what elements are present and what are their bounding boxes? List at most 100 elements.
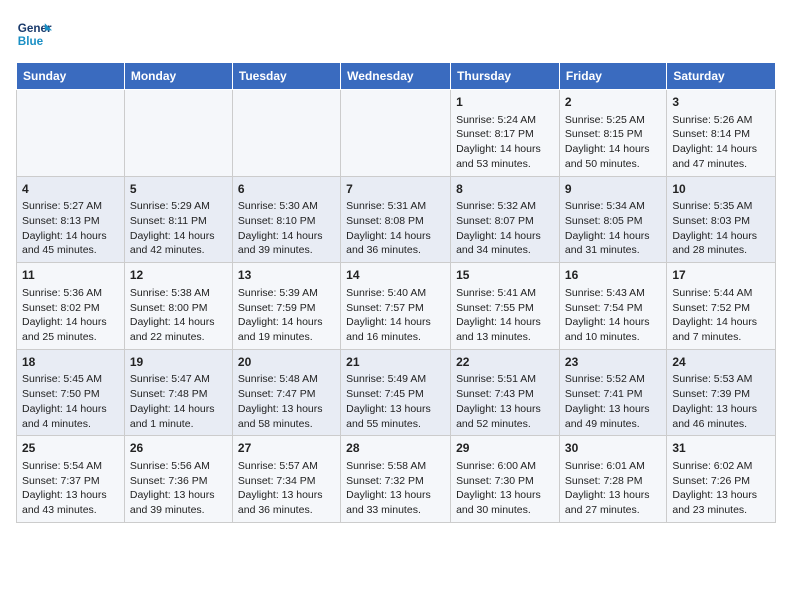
calendar-cell: 23Sunrise: 5:52 AMSunset: 7:41 PMDayligh…: [559, 349, 666, 436]
day-info: Daylight: 14 hours: [130, 402, 227, 417]
calendar-cell: 28Sunrise: 5:58 AMSunset: 7:32 PMDayligh…: [341, 436, 451, 523]
day-info: and 33 minutes.: [346, 503, 445, 518]
day-info: and 22 minutes.: [130, 330, 227, 345]
day-number: 5: [130, 181, 227, 198]
day-info: Daylight: 14 hours: [130, 229, 227, 244]
day-info: Daylight: 14 hours: [565, 142, 661, 157]
day-info: Sunset: 8:02 PM: [22, 301, 119, 316]
day-info: Sunset: 7:26 PM: [672, 474, 770, 489]
calendar-cell: 21Sunrise: 5:49 AMSunset: 7:45 PMDayligh…: [341, 349, 451, 436]
calendar-cell: 30Sunrise: 6:01 AMSunset: 7:28 PMDayligh…: [559, 436, 666, 523]
calendar-cell: 5Sunrise: 5:29 AMSunset: 8:11 PMDaylight…: [124, 176, 232, 263]
day-info: Daylight: 14 hours: [565, 229, 661, 244]
calendar-cell: [341, 90, 451, 177]
calendar-cell: 10Sunrise: 5:35 AMSunset: 8:03 PMDayligh…: [667, 176, 776, 263]
day-info: and 46 minutes.: [672, 417, 770, 432]
calendar-table: SundayMondayTuesdayWednesdayThursdayFrid…: [16, 62, 776, 523]
day-info: Sunrise: 5:40 AM: [346, 286, 445, 301]
page-header: General Blue: [16, 16, 776, 52]
day-info: and 19 minutes.: [238, 330, 335, 345]
day-info: Daylight: 14 hours: [346, 229, 445, 244]
day-info: and 58 minutes.: [238, 417, 335, 432]
day-info: and 31 minutes.: [565, 243, 661, 258]
day-number: 19: [130, 354, 227, 371]
day-number: 9: [565, 181, 661, 198]
day-number: 17: [672, 267, 770, 284]
calendar-week-row: 18Sunrise: 5:45 AMSunset: 7:50 PMDayligh…: [17, 349, 776, 436]
calendar-week-row: 11Sunrise: 5:36 AMSunset: 8:02 PMDayligh…: [17, 263, 776, 350]
calendar-cell: 17Sunrise: 5:44 AMSunset: 7:52 PMDayligh…: [667, 263, 776, 350]
calendar-cell: 16Sunrise: 5:43 AMSunset: 7:54 PMDayligh…: [559, 263, 666, 350]
day-info: Daylight: 14 hours: [130, 315, 227, 330]
day-header-tuesday: Tuesday: [232, 63, 340, 90]
day-number: 6: [238, 181, 335, 198]
day-info: Daylight: 14 hours: [456, 315, 554, 330]
day-info: Daylight: 13 hours: [346, 402, 445, 417]
day-info: and 27 minutes.: [565, 503, 661, 518]
day-info: Sunrise: 5:57 AM: [238, 459, 335, 474]
calendar-week-row: 1Sunrise: 5:24 AMSunset: 8:17 PMDaylight…: [17, 90, 776, 177]
day-info: Daylight: 13 hours: [238, 402, 335, 417]
day-info: Sunrise: 5:35 AM: [672, 199, 770, 214]
day-header-sunday: Sunday: [17, 63, 125, 90]
day-number: 31: [672, 440, 770, 457]
day-info: Daylight: 13 hours: [565, 488, 661, 503]
day-info: Sunrise: 5:44 AM: [672, 286, 770, 301]
calendar-cell: 14Sunrise: 5:40 AMSunset: 7:57 PMDayligh…: [341, 263, 451, 350]
day-info: Sunset: 7:34 PM: [238, 474, 335, 489]
day-info: and 53 minutes.: [456, 157, 554, 172]
day-info: and 28 minutes.: [672, 243, 770, 258]
day-info: Sunrise: 5:52 AM: [565, 372, 661, 387]
day-info: Sunrise: 5:24 AM: [456, 113, 554, 128]
calendar-cell: 25Sunrise: 5:54 AMSunset: 7:37 PMDayligh…: [17, 436, 125, 523]
day-info: and 36 minutes.: [238, 503, 335, 518]
day-info: Sunset: 7:28 PM: [565, 474, 661, 489]
day-info: Sunset: 7:36 PM: [130, 474, 227, 489]
day-number: 22: [456, 354, 554, 371]
day-info: Daylight: 14 hours: [238, 315, 335, 330]
day-info: Sunset: 8:05 PM: [565, 214, 661, 229]
day-info: and 49 minutes.: [565, 417, 661, 432]
day-info: Sunset: 7:39 PM: [672, 387, 770, 402]
day-info: Sunset: 7:37 PM: [22, 474, 119, 489]
day-info: Daylight: 14 hours: [565, 315, 661, 330]
day-info: Sunset: 8:14 PM: [672, 127, 770, 142]
calendar-header-row: SundayMondayTuesdayWednesdayThursdayFrid…: [17, 63, 776, 90]
day-info: and 23 minutes.: [672, 503, 770, 518]
calendar-cell: 12Sunrise: 5:38 AMSunset: 8:00 PMDayligh…: [124, 263, 232, 350]
day-info: Sunrise: 5:29 AM: [130, 199, 227, 214]
day-info: Sunset: 7:30 PM: [456, 474, 554, 489]
day-info: and 4 minutes.: [22, 417, 119, 432]
calendar-cell: 15Sunrise: 5:41 AMSunset: 7:55 PMDayligh…: [451, 263, 560, 350]
day-info: Daylight: 14 hours: [672, 229, 770, 244]
day-info: and 30 minutes.: [456, 503, 554, 518]
day-info: Daylight: 13 hours: [238, 488, 335, 503]
day-info: Sunset: 7:48 PM: [130, 387, 227, 402]
day-number: 21: [346, 354, 445, 371]
day-info: Sunrise: 5:53 AM: [672, 372, 770, 387]
calendar-cell: 24Sunrise: 5:53 AMSunset: 7:39 PMDayligh…: [667, 349, 776, 436]
day-number: 3: [672, 94, 770, 111]
day-info: Sunset: 7:57 PM: [346, 301, 445, 316]
day-info: Sunset: 8:15 PM: [565, 127, 661, 142]
day-number: 20: [238, 354, 335, 371]
day-info: and 36 minutes.: [346, 243, 445, 258]
day-header-friday: Friday: [559, 63, 666, 90]
day-info: and 42 minutes.: [130, 243, 227, 258]
day-info: Daylight: 13 hours: [456, 488, 554, 503]
calendar-cell: 19Sunrise: 5:47 AMSunset: 7:48 PMDayligh…: [124, 349, 232, 436]
day-info: and 7 minutes.: [672, 330, 770, 345]
calendar-cell: 11Sunrise: 5:36 AMSunset: 8:02 PMDayligh…: [17, 263, 125, 350]
day-info: and 25 minutes.: [22, 330, 119, 345]
day-number: 1: [456, 94, 554, 111]
day-number: 16: [565, 267, 661, 284]
calendar-cell: 1Sunrise: 5:24 AMSunset: 8:17 PMDaylight…: [451, 90, 560, 177]
day-info: Sunset: 7:32 PM: [346, 474, 445, 489]
calendar-cell: 2Sunrise: 5:25 AMSunset: 8:15 PMDaylight…: [559, 90, 666, 177]
svg-text:Blue: Blue: [18, 35, 44, 48]
day-number: 23: [565, 354, 661, 371]
day-info: Sunset: 7:47 PM: [238, 387, 335, 402]
calendar-cell: 7Sunrise: 5:31 AMSunset: 8:08 PMDaylight…: [341, 176, 451, 263]
day-info: Sunrise: 5:25 AM: [565, 113, 661, 128]
day-info: and 47 minutes.: [672, 157, 770, 172]
